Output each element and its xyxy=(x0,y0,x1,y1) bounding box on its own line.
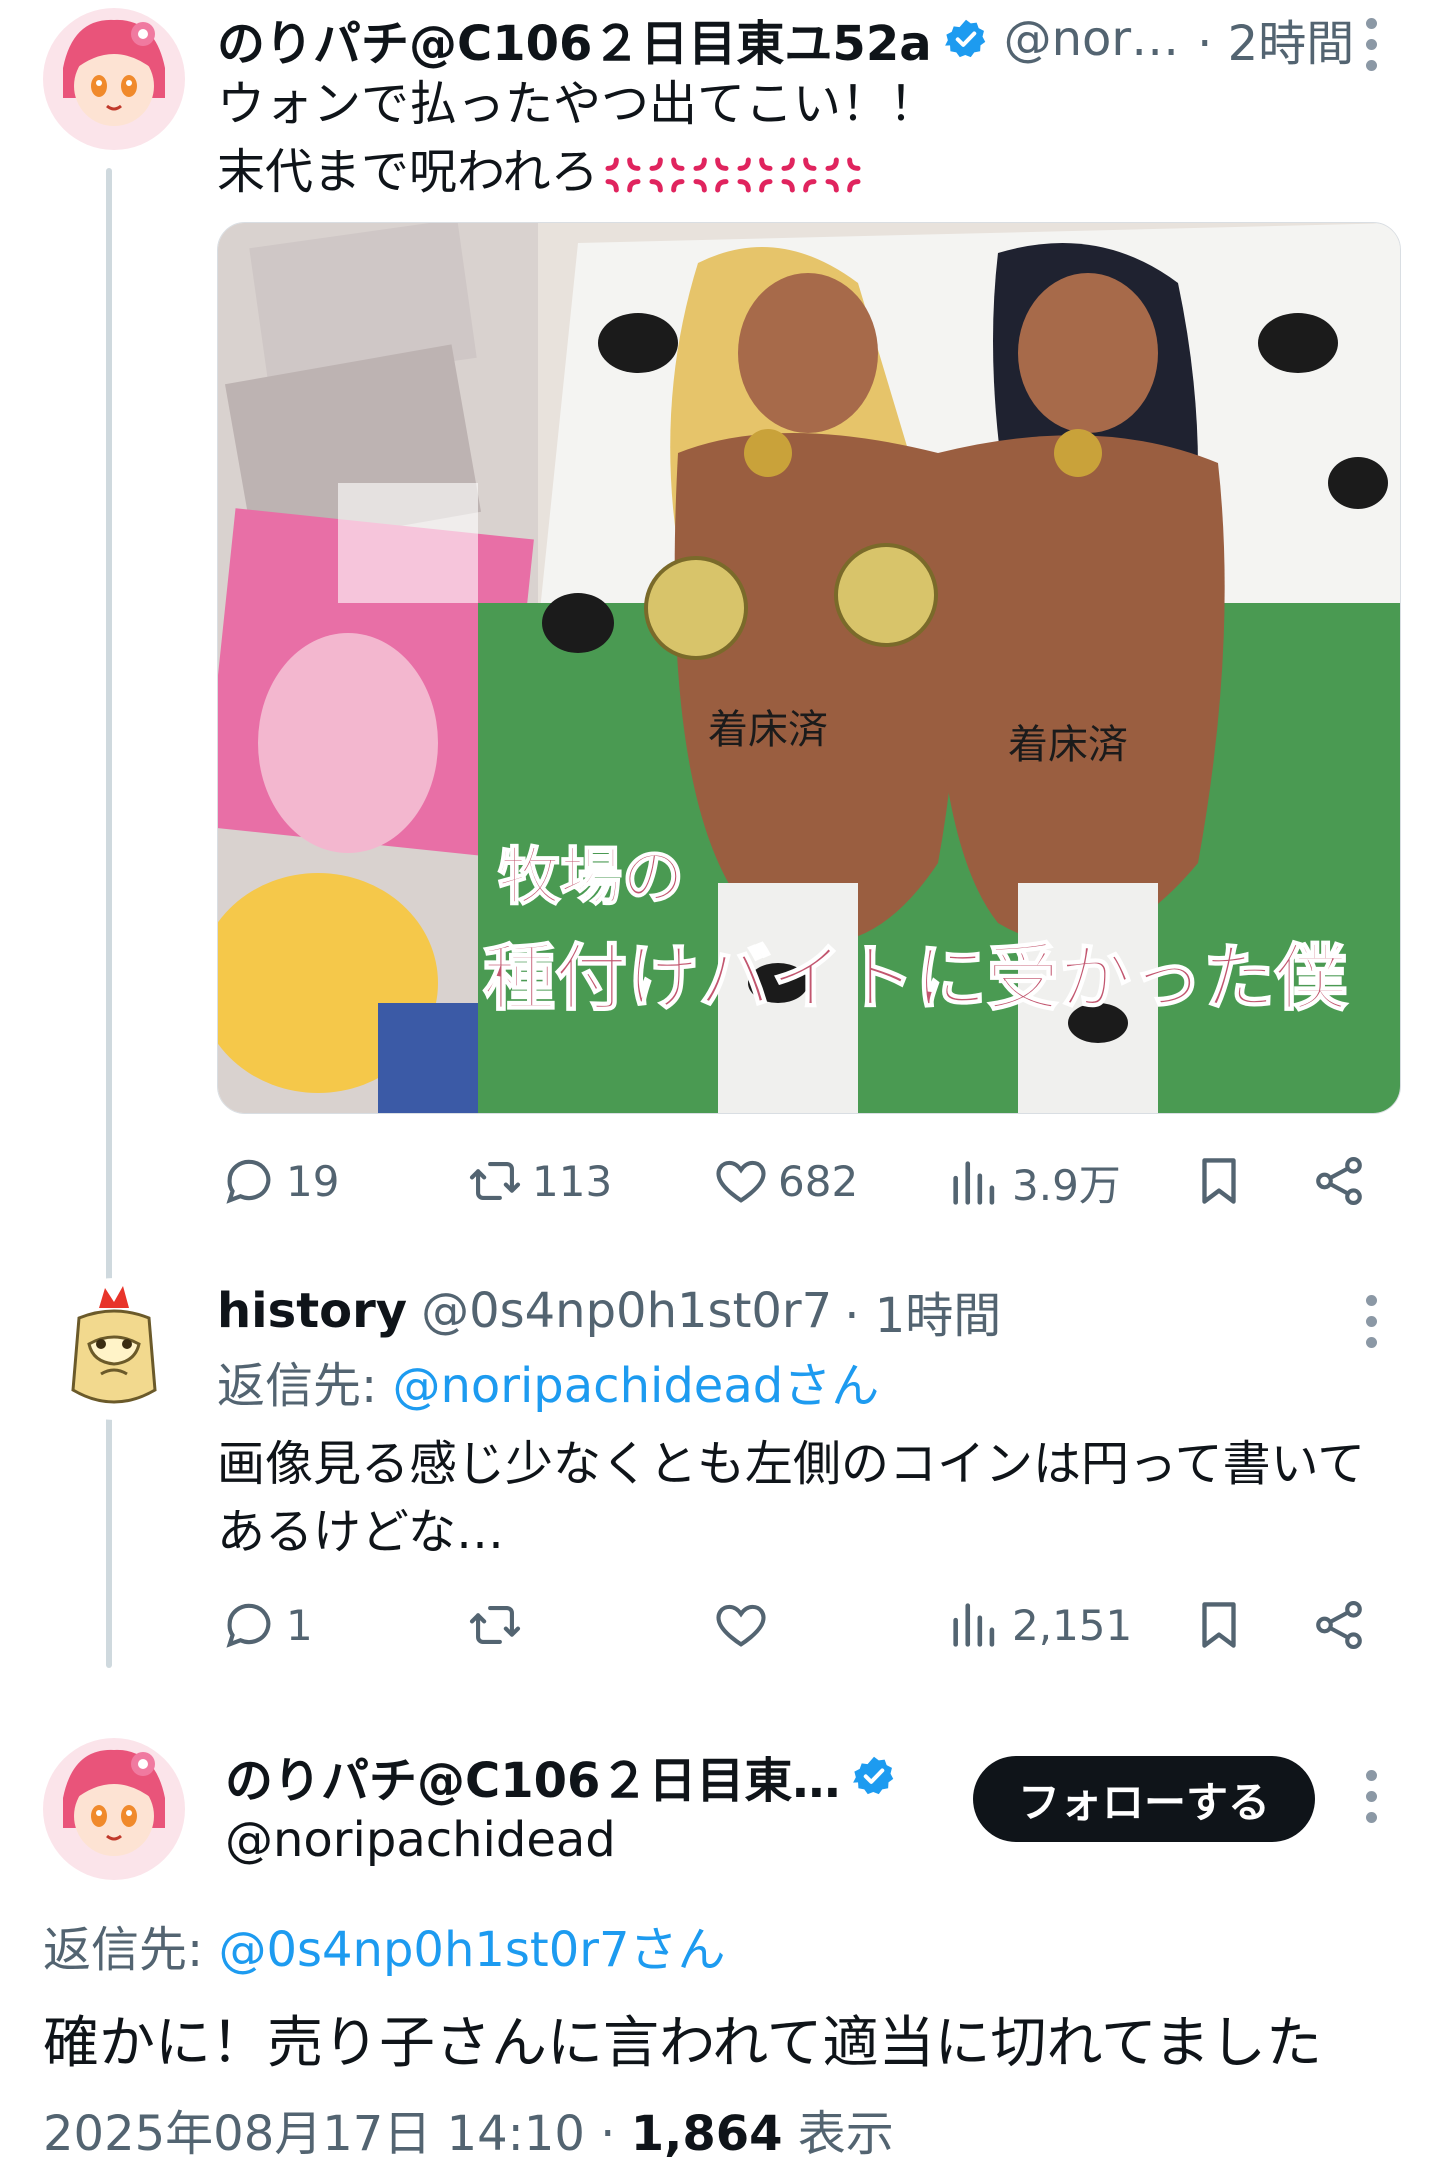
reply-prefix: 返信先: xyxy=(43,1922,219,1978)
share-button[interactable] xyxy=(1310,1152,1368,1210)
meta-separator: · xyxy=(584,2106,631,2162)
bookmark-icon xyxy=(1202,1158,1236,1204)
retweet-button[interactable]: 113 xyxy=(466,1152,612,1210)
avatar[interactable] xyxy=(43,1738,185,1880)
image-title-line-2: 種付けバイトに受かった僕 xyxy=(483,935,1348,1020)
reply-button[interactable]: 19 xyxy=(220,1152,339,1210)
image-title-line-1: 牧場の xyxy=(498,840,684,913)
display-name[interactable]: のりパチ@C106２日目東ユ52a xyxy=(217,4,932,74)
anger-symbol-emoji xyxy=(605,157,641,193)
view-count: 1,864 xyxy=(630,2106,783,2162)
tweet-header: のりパチ@C106２日目東… xyxy=(225,1741,896,1811)
reply-to-link[interactable]: @noripachideadさん xyxy=(392,1358,879,1414)
thread-line xyxy=(106,168,112,1668)
avatar-illustration xyxy=(43,1738,185,1880)
repost-arrows-icon xyxy=(469,1162,521,1200)
reply-button[interactable]: 1 xyxy=(220,1596,313,1654)
handle[interactable]: @noripachidead xyxy=(225,1806,616,1874)
tweet-media-image[interactable]: 着床済 着床済 牧場の 種付けバイトに受かった僕 xyxy=(217,222,1401,1114)
anger-symbol-emoji xyxy=(649,157,685,193)
heart-icon xyxy=(716,1604,766,1647)
reply-context: 返信先: @noripachideadさん xyxy=(217,1352,879,1420)
like-button[interactable] xyxy=(712,1596,778,1654)
anger-emoji-row xyxy=(599,144,863,200)
reply-prefix: 返信先: xyxy=(217,1358,393,1414)
views-button[interactable]: 2,151 xyxy=(946,1596,1132,1654)
more-options-icon[interactable] xyxy=(1363,18,1379,81)
view-label: 表示 xyxy=(782,2106,894,2162)
tweet-header: のりパチ@C106２日目東ユ52a @nor… · 2時間 xyxy=(217,4,1354,74)
tweet-text-line-2: 末代まで呪われろ xyxy=(217,138,863,206)
anger-symbol-emoji xyxy=(781,157,817,193)
bar-chart-icon xyxy=(953,1160,995,1205)
views-button[interactable]: 3.9万 xyxy=(946,1152,1121,1213)
follow-button[interactable]: フォローする xyxy=(973,1756,1315,1842)
views-count: 2,151 xyxy=(1012,1600,1133,1650)
bookmark-button[interactable] xyxy=(1190,1152,1248,1210)
tweet-text-line-2: あるけどな… xyxy=(217,1504,505,1560)
verified-badge-icon xyxy=(853,1756,894,1795)
image-body-text-1: 着床済 xyxy=(708,707,828,753)
display-name[interactable]: history xyxy=(217,1283,407,1339)
reply-count: 19 xyxy=(286,1156,340,1206)
tweet-header: history @0s4np0h1st0r7 · 1時間 xyxy=(217,1276,1001,1346)
repost-arrows-icon xyxy=(469,1606,521,1644)
tweet-text-line-2-text: 末代まで呪われろ xyxy=(217,144,599,200)
share-icon xyxy=(1316,1156,1362,1206)
like-count: 682 xyxy=(778,1156,859,1206)
post-timestamp[interactable]: 2025年08月17日 14:10 xyxy=(43,2106,585,2162)
tweet-text: 確かに！売り子さんに言われて適当に切れてました xyxy=(43,2011,1323,2076)
speech-bubble-icon xyxy=(226,1603,271,1648)
avatar[interactable] xyxy=(43,8,185,150)
anger-symbol-emoji xyxy=(737,157,773,193)
handle[interactable]: @0s4np0h1st0r7 xyxy=(421,1283,832,1339)
like-button[interactable]: 682 xyxy=(712,1152,858,1210)
reply-to-link[interactable]: @0s4np0h1st0r7さん xyxy=(218,1922,725,1978)
avatar[interactable] xyxy=(43,1278,185,1420)
timestamp[interactable]: · 2時間 xyxy=(1197,4,1354,74)
timestamp[interactable]: · 1時間 xyxy=(844,1276,1001,1346)
retweet-button[interactable] xyxy=(466,1596,532,1654)
bookmark-icon xyxy=(1202,1602,1236,1648)
share-button[interactable] xyxy=(1310,1596,1368,1654)
anger-symbol-emoji xyxy=(693,157,729,193)
reply-count: 1 xyxy=(286,1600,313,1650)
reply-context: 返信先: @0s4np0h1st0r7さん xyxy=(43,1916,726,1984)
more-options-icon[interactable] xyxy=(1363,1770,1379,1833)
avatar-illustration xyxy=(71,1286,157,1404)
speech-bubble-icon xyxy=(226,1159,271,1204)
avatar-illustration xyxy=(43,8,185,150)
bookmark-button[interactable] xyxy=(1190,1596,1248,1654)
heart-icon xyxy=(716,1160,766,1203)
anger-symbol-emoji xyxy=(825,157,861,193)
bar-chart-icon xyxy=(953,1603,995,1647)
share-icon xyxy=(1316,1600,1362,1650)
tweet-text-line-1: 画像見る感じ少なくとも左側のコインは円って書いて xyxy=(217,1436,1366,1492)
views-count: 3.9万 xyxy=(1012,1161,1121,1210)
more-options-icon[interactable] xyxy=(1363,1295,1379,1358)
tweet-text-line-1: ウォンで払ったやつ出てこい！！ xyxy=(217,76,938,132)
verified-badge-icon xyxy=(944,19,985,58)
image-body-text-2: 着床済 xyxy=(1008,722,1128,768)
handle[interactable]: @nor… xyxy=(1004,11,1180,67)
retweet-count: 113 xyxy=(532,1156,613,1206)
tweet-meta: 2025年08月17日 14:10 · 1,864 表示 xyxy=(43,2100,894,2168)
display-name[interactable]: のりパチ@C106２日目東… xyxy=(225,1741,840,1811)
media-illustration: 着床済 着床済 牧場の 種付けバイトに受かった僕 xyxy=(218,223,1400,1113)
